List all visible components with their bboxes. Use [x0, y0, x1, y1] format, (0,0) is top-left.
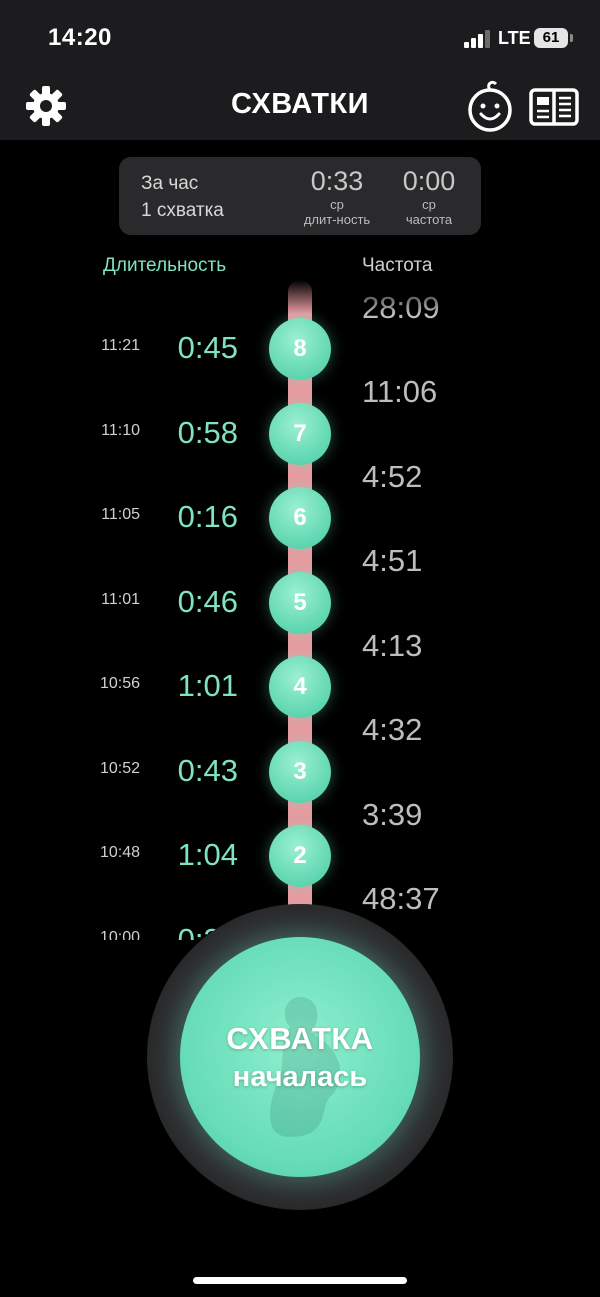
avg-frequency-label1: ср: [422, 197, 436, 212]
avg-duration-label1: ср: [330, 197, 344, 212]
summary-period: За час: [141, 173, 199, 194]
list-item[interactable]: 11:05 0:16 6 4:51: [0, 469, 600, 578]
list-item[interactable]: 11:10 0:58 7 4:52: [0, 385, 600, 494]
avg-frequency-value: 0:00: [402, 166, 456, 196]
summary-count: 1 схватка: [141, 200, 224, 221]
duration-value: 0:45: [177, 330, 238, 365]
network-type: LTE: [498, 28, 531, 48]
list-item[interactable]: 10:48 1:04 2 48:37: [0, 807, 600, 916]
avg-frequency-stat: 0:00 ср частота: [391, 165, 467, 227]
avg-duration-stat: 0:33 ср длит-ность: [295, 165, 379, 227]
list-item[interactable]: 10:52 0:43 3 3:39: [0, 723, 600, 832]
contraction-number[interactable]: 6: [269, 487, 331, 549]
start-button-label-line1: СХВАТКА: [226, 1021, 374, 1056]
duration-value: 0:58: [177, 415, 238, 450]
list-top-fade: [0, 280, 600, 314]
start-time: 10:48: [99, 844, 140, 861]
baby-face-icon[interactable]: [464, 78, 516, 134]
contraction-number[interactable]: 7: [269, 403, 331, 465]
frequency-column-header: Частота: [362, 255, 433, 276]
start-time: 10:52: [99, 760, 140, 777]
duration-value: 1:01: [177, 668, 238, 703]
contraction-list[interactable]: 28:09 11:21 0:45 8 11:06 11:10 0:58 7 4:…: [0, 280, 600, 940]
signal-icon: [464, 30, 492, 48]
duration-value: 0:43: [177, 753, 238, 788]
home-indicator[interactable]: [193, 1277, 407, 1284]
contraction-number[interactable]: 5: [269, 572, 331, 634]
book-icon[interactable]: [528, 82, 580, 130]
contraction-number[interactable]: 4: [269, 656, 331, 718]
list-item[interactable]: 11:01 0:46 5 4:13: [0, 554, 600, 663]
start-time: 10:56: [99, 675, 140, 692]
contraction-started-button[interactable]: СХВАТКА началась: [180, 937, 420, 1177]
duration-value: 0:46: [177, 584, 238, 619]
start-time: 11:05: [101, 506, 140, 523]
start-button-label-line2: началась: [232, 1061, 368, 1093]
duration-value: 1:04: [177, 837, 238, 872]
battery-icon: 61: [534, 28, 573, 48]
start-time: 10:00: [99, 929, 140, 940]
avg-duration-label2: длит-ность: [303, 212, 371, 227]
status-bar: 14:20 LTE 61: [0, 0, 600, 68]
start-time: 11:21: [101, 337, 140, 354]
list-item[interactable]: 10:56 1:01 4 4:32: [0, 638, 600, 747]
hour-summary-card: За час 1 схватка 0:33 ср длит-ность 0:00…: [119, 157, 481, 235]
duration-column-header: Длительность: [103, 255, 227, 276]
start-time: 11:10: [101, 422, 140, 439]
status-time: 14:20: [48, 24, 112, 51]
start-time: 11:01: [101, 591, 140, 608]
contraction-number[interactable]: 8: [269, 318, 331, 380]
nav-bar: СХВАТКИ: [0, 68, 600, 140]
contraction-number[interactable]: 3: [269, 741, 331, 803]
avg-duration-value: 0:33: [310, 166, 364, 196]
contraction-number[interactable]: 2: [269, 825, 331, 887]
avg-frequency-label2: частота: [405, 212, 453, 227]
duration-value: 0:16: [177, 499, 238, 534]
